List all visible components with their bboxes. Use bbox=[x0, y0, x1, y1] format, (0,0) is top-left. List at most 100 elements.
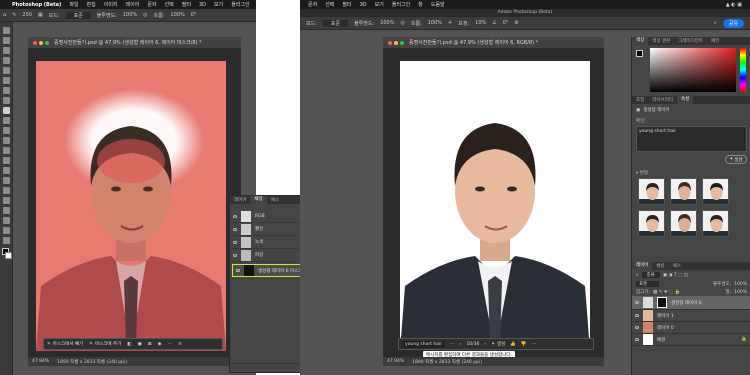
prompt-text[interactable]: young short hair bbox=[402, 340, 446, 348]
variation-thumbnail[interactable] bbox=[638, 178, 665, 205]
menu-3d[interactable]: 3D bbox=[360, 2, 367, 8]
history-brush-icon[interactable] bbox=[2, 127, 10, 134]
prompt-textarea[interactable]: young short hair bbox=[636, 126, 747, 152]
menu-3d[interactable]: 3D bbox=[199, 2, 206, 8]
menu-type[interactable]: 문자 bbox=[147, 1, 156, 8]
settings-icon[interactable]: ≡ bbox=[178, 342, 182, 347]
variation-thumbnail[interactable] bbox=[702, 178, 729, 205]
left-canvas-photo[interactable] bbox=[36, 61, 226, 351]
tab-layers[interactable]: 레이어 bbox=[230, 197, 250, 203]
frame-tool-icon[interactable] bbox=[2, 77, 10, 84]
thumbs-down-icon[interactable]: 👎 bbox=[521, 342, 527, 347]
menu-view[interactable]: 보기 bbox=[214, 1, 223, 8]
eye-icon[interactable] bbox=[233, 227, 237, 231]
menu-type[interactable]: 문자 bbox=[308, 1, 317, 8]
menu-help[interactable]: 도움말 bbox=[431, 1, 445, 8]
home-icon[interactable]: ⌂ bbox=[3, 12, 6, 18]
background-color-swatch[interactable] bbox=[5, 252, 12, 259]
delete-mask-icon[interactable]: ⊠ bbox=[148, 342, 152, 347]
tab-color[interactable]: 색상 bbox=[632, 37, 649, 45]
fill-value[interactable]: 100% bbox=[734, 290, 747, 295]
add-mask-button[interactable]: ✎ 마스크에 추가 bbox=[89, 341, 121, 348]
right-document-tab[interactable]: 증명사진만들기.psd @ 47.9% (생성형 레이어 6, RGB/8) * bbox=[383, 37, 604, 48]
menu-edit[interactable]: 편집 bbox=[87, 1, 96, 8]
more-options-icon[interactable]: ⋯ bbox=[532, 342, 537, 347]
variation-thumbnail[interactable] bbox=[638, 210, 665, 237]
brush-size[interactable]: 250 bbox=[22, 12, 32, 18]
layer-row-generative[interactable]: 생성형 레이어 6 bbox=[632, 296, 750, 310]
more-options-icon[interactable]: ⋯ bbox=[168, 342, 173, 347]
hue-slider[interactable] bbox=[740, 48, 746, 92]
tab-layers[interactable]: 레이어 bbox=[632, 262, 653, 270]
layer-row-background[interactable]: 배경 🔒 bbox=[632, 334, 750, 346]
eye-icon[interactable] bbox=[635, 326, 639, 329]
variation-thumbnail[interactable] bbox=[670, 178, 697, 205]
menu-view[interactable]: 보기 bbox=[375, 1, 384, 8]
tab-swatches[interactable]: 색상 견본 bbox=[648, 38, 674, 44]
tab-gradients[interactable]: 그레이디언트 bbox=[674, 38, 707, 44]
thumbs-up-icon[interactable]: 👍 bbox=[510, 342, 516, 347]
eye-icon[interactable] bbox=[635, 314, 639, 317]
share-button[interactable]: 공유 bbox=[722, 18, 744, 28]
menu-select[interactable]: 선택 bbox=[325, 1, 334, 8]
layer-row-layer1[interactable]: 레이어 1 bbox=[632, 310, 750, 322]
healing-tool-icon[interactable] bbox=[2, 97, 10, 104]
tab-channels[interactable]: 채널 bbox=[250, 196, 267, 204]
lock-icons[interactable]: ▦ ✎ ✥ ⬚ 🔒 bbox=[653, 290, 680, 295]
brush-tool-icon[interactable] bbox=[2, 107, 10, 114]
invert-icon[interactable]: ◧ bbox=[127, 342, 131, 347]
foreground-swatch[interactable] bbox=[636, 50, 643, 57]
crop-tool-icon[interactable] bbox=[2, 67, 10, 74]
symmetry-icon[interactable]: ⚙ bbox=[514, 20, 518, 26]
variation-thumbnail[interactable] bbox=[670, 210, 697, 237]
tab-paths[interactable]: 패스 bbox=[669, 263, 685, 269]
left-document-tab[interactable]: 증명사진만들기.psd @ 47.9% (생성형 레이어 6, 레이어 마스크/… bbox=[28, 37, 241, 48]
tab-libraries[interactable]: 라이브러리 bbox=[648, 97, 677, 103]
airbrush-icon[interactable]: ✈ bbox=[448, 20, 452, 26]
blend-mode-select[interactable]: 표준 bbox=[636, 281, 660, 287]
variation-thumbnail[interactable] bbox=[702, 210, 729, 237]
window-controls[interactable] bbox=[33, 40, 49, 45]
pressure-icon[interactable]: ◎ bbox=[143, 12, 147, 18]
brush-settings-icon[interactable]: ▦ bbox=[38, 12, 43, 18]
blur-tool-icon[interactable] bbox=[2, 157, 10, 164]
eye-icon[interactable] bbox=[233, 240, 237, 244]
menu-plugins[interactable]: 플러그인 bbox=[392, 1, 410, 8]
lasso-tool-icon[interactable] bbox=[2, 47, 10, 54]
marquee-tool-icon[interactable] bbox=[2, 37, 10, 44]
stamp-tool-icon[interactable] bbox=[2, 117, 10, 124]
brush-tool-icon[interactable]: ✎ bbox=[12, 12, 16, 18]
menu-app[interactable]: Photoshop (Beta) bbox=[12, 2, 61, 8]
angle-icon[interactable]: ∠ bbox=[492, 20, 496, 26]
opacity-value[interactable]: 100% bbox=[380, 20, 394, 26]
mode-select[interactable]: 표준 bbox=[65, 11, 91, 19]
opacity-value[interactable]: 100% bbox=[123, 12, 137, 18]
zoom-level[interactable]: 47.94% bbox=[32, 359, 49, 364]
tab-adjustments[interactable]: 조정 bbox=[632, 97, 648, 103]
flow-value[interactable]: 100% bbox=[170, 12, 184, 18]
menu-file[interactable]: 파일 bbox=[69, 1, 78, 8]
dodge-tool-icon[interactable] bbox=[2, 167, 10, 174]
menu-image[interactable]: 이미지 bbox=[104, 1, 118, 8]
menu-filter[interactable]: 필터 bbox=[182, 1, 191, 8]
menu-plugins[interactable]: 플러그인 bbox=[231, 1, 249, 8]
eye-icon[interactable] bbox=[236, 269, 240, 272]
layer-row-layer0[interactable]: 레이어 0 bbox=[632, 322, 750, 334]
eye-icon[interactable] bbox=[635, 338, 639, 341]
quick-select-tool-icon[interactable] bbox=[2, 57, 10, 64]
gradient-tool-icon[interactable] bbox=[2, 147, 10, 154]
tab-patterns[interactable]: 패턴 bbox=[707, 38, 723, 44]
menu-select[interactable]: 선택 bbox=[165, 1, 174, 8]
menu-filter[interactable]: 필터 bbox=[342, 1, 351, 8]
type-tool-icon[interactable] bbox=[2, 187, 10, 194]
pressure-icon[interactable]: ◎ bbox=[400, 20, 404, 26]
pen-tool-icon[interactable] bbox=[2, 177, 10, 184]
visibility-icon[interactable]: ◉ bbox=[158, 342, 162, 347]
eye-icon[interactable] bbox=[233, 214, 237, 218]
tab-channels[interactable]: 채널 bbox=[652, 263, 668, 269]
tab-properties[interactable]: 속성 bbox=[676, 96, 694, 104]
prev-variation-icon[interactable]: ‹ bbox=[460, 342, 462, 347]
more-options-icon[interactable]: ⋯ bbox=[450, 342, 455, 347]
search-icon[interactable]: ⌕ bbox=[714, 20, 717, 26]
move-tool-icon[interactable] bbox=[2, 27, 10, 34]
